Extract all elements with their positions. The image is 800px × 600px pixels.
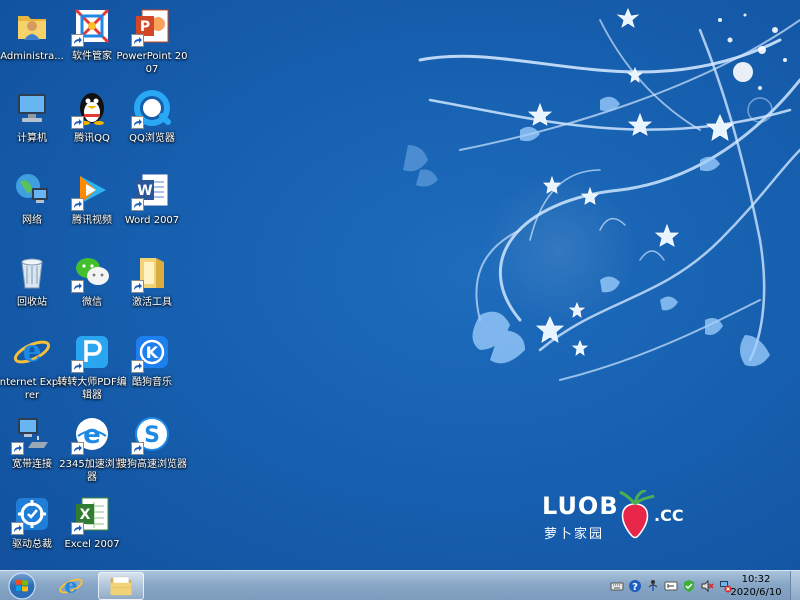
shortcut-arrow-icon [71,198,84,211]
shortcut-arrow-icon [131,198,144,211]
desktop-icon-label: PowerPoint 2007 [116,51,188,75]
taskbar: e ? 10:32 2020/6/10 [0,570,800,600]
svg-text:K: K [146,343,159,362]
desktop-icon-label: QQ浏览器 [129,133,175,144]
svg-text:e: e [22,334,41,369]
desktop-icon-kugou-music[interactable]: K 酷狗音乐 [117,328,187,406]
computer-icon [12,88,52,128]
svg-text:e: e [64,573,77,598]
desktop-icon-label: 酷狗音乐 [132,377,172,388]
desktop-icon-qq-browser[interactable]: QQ浏览器 [117,84,187,162]
tencent-video-icon [71,170,112,211]
taskbar-internet-explorer-button[interactable]: e [48,572,94,600]
pdf-editor-icon [71,332,112,373]
recycle-bin-icon [12,252,52,292]
volume-muted-icon[interactable] [700,579,714,593]
word-icon: W [131,170,172,211]
desktop-icon-label: 激活工具 [132,297,172,308]
sogou-browser-icon: S [131,414,172,455]
logo-brand-text: LUOB [542,492,619,520]
radish-icon [619,490,655,539]
desktop-icon-area: Administra... 计算机 网络 回收站 e Internet Expl… [0,0,200,570]
shortcut-arrow-icon [71,34,84,47]
svg-text:S: S [144,423,160,448]
logo-subtitle: 萝卜家园 [544,527,605,542]
shortcut-arrow-icon [131,442,144,455]
desktop-icon-label: 搜狗高速浏览器 [117,459,187,470]
broadband-connection-icon [11,414,52,455]
desktop-icon-activation-tool[interactable]: 激活工具 [117,248,187,326]
start-button[interactable] [5,571,39,600]
user-folder-icon [12,6,52,46]
help-icon[interactable]: ? [628,579,642,593]
windows-start-orb-icon [8,572,36,600]
desktop-icon-word[interactable]: W Word 2007 [117,166,187,244]
qq-penguin-icon [71,88,112,129]
windows-explorer-icon [110,576,132,596]
shortcut-arrow-icon [131,116,144,129]
shortcut-arrow-icon [71,360,84,373]
driver-tool-icon [11,494,52,535]
keyboard-icon[interactable] [610,579,624,593]
logo-domain-text: .CC [654,506,684,525]
svg-text:?: ? [632,582,638,593]
internet-explorer-icon: e [12,332,52,372]
svg-text:W: W [137,183,152,199]
network-status-icon[interactable] [646,579,660,593]
network-icon [12,170,52,210]
clock-time: 10:32 [741,574,771,585]
taskbar-clock[interactable]: 10:32 2020/6/10 [724,573,788,599]
language-icon[interactable] [664,579,678,593]
svg-text:e: e [83,420,101,450]
kugou-music-icon: K [131,332,172,373]
shortcut-arrow-icon [131,280,144,293]
shortcut-arrow-icon [71,522,84,535]
desktop-icon-excel[interactable]: X Excel 2007 [57,490,127,568]
security-shield-icon[interactable] [682,579,696,593]
shortcut-arrow-icon [71,442,84,455]
desktop-icon-label: Word 2007 [124,215,180,226]
svg-text:X: X [80,507,91,523]
shortcut-arrow-icon [131,360,144,373]
svg-text:P: P [140,19,150,35]
luobo-logo: LUOB .CC 萝卜家园 [540,490,690,545]
shortcut-arrow-icon [71,280,84,293]
software-manager-icon [71,6,112,47]
qq-browser-icon [131,88,172,129]
desktop-icon-label: Excel 2007 [64,539,120,550]
folder-tool-icon [131,252,172,293]
internet-explorer-icon: e [59,573,83,598]
shortcut-arrow-icon [71,116,84,129]
clock-date: 2020/6/10 [730,587,782,598]
show-desktop-button[interactable] [790,571,800,600]
shortcut-arrow-icon [11,442,24,455]
desktop-icon-sogou-browser[interactable]: S 搜狗高速浏览器 [117,410,187,488]
shortcut-arrow-icon [11,522,24,535]
browser-2345-icon: e [71,414,112,455]
powerpoint-icon: P [131,6,172,47]
shortcut-arrow-icon [131,34,144,47]
taskbar-windows-explorer-button[interactable] [98,572,144,600]
wechat-icon [71,252,112,293]
desktop-icon-powerpoint[interactable]: P PowerPoint 2007 [117,2,187,80]
excel-icon: X [71,494,112,535]
